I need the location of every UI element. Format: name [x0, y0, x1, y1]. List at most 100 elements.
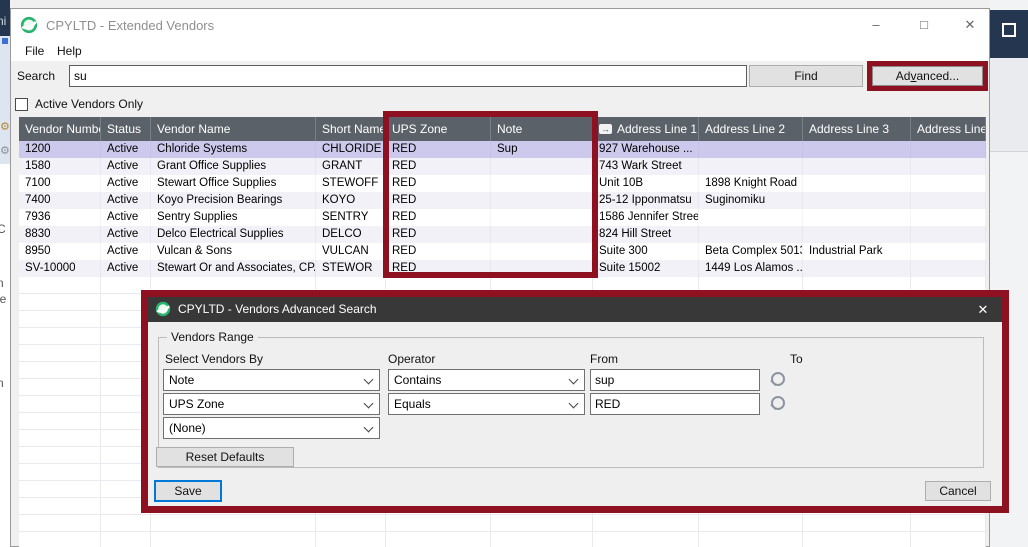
table-cell: 1580 — [19, 158, 101, 175]
table-cell: Suginomiku — [699, 192, 803, 209]
background-text-fragment: C — [0, 222, 6, 236]
table-cell: Active — [101, 141, 151, 158]
advanced-search-dialog: CPYLTD - Vendors Advanced Search ✕ Vendo… — [141, 290, 1009, 513]
advanced-label: Ad — [896, 69, 911, 83]
menu-help[interactable]: Help — [51, 42, 88, 60]
dialog-close-icon[interactable]: ✕ — [972, 300, 994, 319]
chevron-down-icon — [364, 423, 374, 433]
table-cell — [803, 175, 911, 192]
table-cell: 1200 — [19, 141, 101, 158]
menu-bar: File Help — [11, 41, 989, 61]
background-text-fragment: le — [0, 292, 6, 306]
table-cell: Suite 15002 — [593, 260, 699, 277]
table-cell: Active — [101, 175, 151, 192]
group-label: Vendors Range — [167, 330, 258, 344]
select-vendors-by-dropdown[interactable]: (None) — [163, 417, 380, 439]
chevron-down-icon — [364, 375, 374, 385]
table-cell: Koyo Precision Bearings — [151, 192, 316, 209]
window-restore-icon — [1002, 23, 1016, 37]
table-cell: GRANT — [316, 158, 386, 175]
background-toolbar: ⚙ ⚙ — [0, 36, 10, 164]
app-logo-icon — [155, 301, 171, 317]
from-value-input[interactable]: sup — [590, 369, 760, 391]
table-cell: Suite 300 — [593, 243, 699, 260]
search-label: Search — [17, 69, 55, 83]
select-vendors-by-label: Select Vendors By — [165, 352, 263, 366]
table-cell: 743 Wark Street — [593, 158, 699, 175]
table-cell: Sentry Supplies — [151, 209, 316, 226]
table-cell: CHLORIDE — [316, 141, 386, 158]
table-cell: Grant Office Supplies — [151, 158, 316, 175]
table-cell — [911, 175, 986, 192]
table-cell — [803, 192, 911, 209]
column-header[interactable]: →Address Line 1 — [593, 117, 699, 141]
table-cell: 1898 Knight Road — [699, 175, 803, 192]
menu-file[interactable]: File — [19, 42, 50, 60]
table-cell: Vulcan & Sons — [151, 243, 316, 260]
advanced-button[interactable]: Advanced... — [872, 66, 983, 86]
table-cell: Active — [101, 209, 151, 226]
cancel-button[interactable]: Cancel — [925, 481, 991, 501]
table-cell — [699, 209, 803, 226]
background-text-fragment: n — [0, 376, 4, 390]
table-cell: Stewart Office Supplies — [151, 175, 316, 192]
magnifier-lookup-icon[interactable] — [768, 372, 786, 390]
table-cell: 7936 — [19, 209, 101, 226]
grid-line — [100, 277, 101, 547]
to-label: To — [790, 352, 803, 366]
table-cell: Beta Complex 5013 — [699, 243, 803, 260]
chevron-down-icon — [364, 399, 374, 409]
gear-icon: ⚙ — [0, 120, 10, 133]
active-vendors-label: Active Vendors Only — [35, 97, 143, 111]
from-label: From — [590, 352, 618, 366]
magnifier-lookup-icon[interactable] — [768, 396, 786, 414]
column-header[interactable]: Address Line 3 — [803, 117, 911, 141]
operator-dropdown[interactable]: Equals — [388, 393, 585, 415]
chevron-down-icon — [569, 399, 579, 409]
minimize-button[interactable]: – — [859, 13, 893, 37]
close-button[interactable]: ✕ — [953, 13, 987, 37]
columns-annotation-box — [383, 111, 598, 278]
search-input[interactable]: su — [69, 65, 747, 87]
find-button[interactable]: Find — [749, 65, 863, 87]
table-cell — [699, 141, 803, 158]
chevron-down-icon — [569, 375, 579, 385]
table-cell: KOYO — [316, 192, 386, 209]
background-icon — [2, 38, 8, 44]
background-titlebar: ni — [0, 0, 10, 36]
table-cell: 1586 Jennifer Street — [593, 209, 699, 226]
background-panel-header — [990, 10, 1028, 58]
table-cell: 8950 — [19, 243, 101, 260]
column-header[interactable]: Address Line 4 — [911, 117, 986, 141]
active-vendors-checkbox[interactable] — [15, 98, 28, 111]
column-header[interactable]: Vendor Number — [19, 117, 101, 141]
table-cell: DELCO — [316, 226, 386, 243]
table-cell — [803, 260, 911, 277]
table-cell: Delco Electrical Supplies — [151, 226, 316, 243]
select-vendors-by-dropdown[interactable]: Note — [163, 369, 380, 391]
table-cell — [803, 209, 911, 226]
dialog-title: CPYLTD - Vendors Advanced Search — [178, 302, 377, 316]
select-vendors-by-dropdown[interactable]: UPS Zone — [163, 393, 380, 415]
app-logo-icon — [20, 16, 38, 34]
table-cell: Stewart Or and Associates, CPA — [151, 260, 316, 277]
table-cell — [911, 209, 986, 226]
gear-icon: ⚙ — [0, 144, 10, 157]
save-button[interactable]: Save — [154, 480, 222, 502]
column-header[interactable]: Vendor Name — [151, 117, 316, 141]
table-cell: 8830 — [19, 226, 101, 243]
table-cell: 7100 — [19, 175, 101, 192]
reset-defaults-button[interactable]: Reset Defaults — [156, 447, 294, 467]
operator-dropdown[interactable]: Contains — [388, 369, 585, 391]
table-cell: Active — [101, 260, 151, 277]
advanced-annotation-box: Advanced... — [867, 61, 988, 91]
table-cell: STEWOFF — [316, 175, 386, 192]
from-value-input[interactable]: RED — [590, 393, 760, 415]
column-header[interactable]: Address Line 2 — [699, 117, 803, 141]
table-cell — [911, 141, 986, 158]
table-cell: Active — [101, 226, 151, 243]
table-cell: Active — [101, 192, 151, 209]
maximize-button[interactable]: □ — [907, 13, 941, 37]
column-header[interactable]: Status — [101, 117, 151, 141]
column-header[interactable]: Short Name — [316, 117, 386, 141]
